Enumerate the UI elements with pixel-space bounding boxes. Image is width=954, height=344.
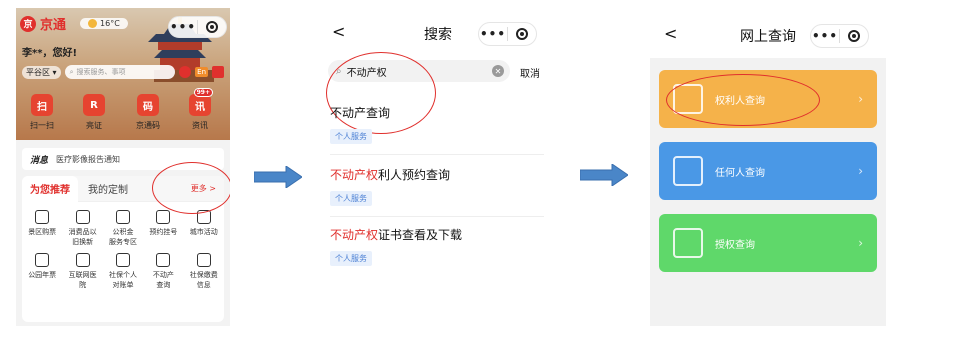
close-target-icon[interactable] bbox=[508, 28, 536, 40]
search-result-item[interactable]: 不动产权利人预约查询 个人服务 bbox=[330, 166, 450, 206]
quick-scan[interactable]: 扫 扫一扫 bbox=[24, 94, 60, 131]
service-icon bbox=[156, 210, 171, 224]
miniapp-capsule: ••• bbox=[810, 24, 869, 48]
service-grid: 景区购票 消费品以 旧换新 公积金 服务专区 预约挂号 城市活动 公园年票 互联网医 院社保… bbox=[22, 202, 224, 290]
jingtong-logo-icon: 京 bbox=[20, 15, 36, 32]
service-tag: 个人服务 bbox=[330, 129, 372, 144]
service-icon bbox=[75, 253, 90, 267]
service-tag: 个人服务 bbox=[330, 191, 372, 206]
service-grid-item[interactable]: 消费品以 旧换新 bbox=[62, 210, 102, 247]
service-icon bbox=[115, 253, 130, 267]
more-dots-icon[interactable]: ••• bbox=[479, 27, 507, 41]
message-tag: 消息 bbox=[30, 155, 49, 166]
chevron-right-icon: › bbox=[858, 164, 863, 178]
jingtong-home-screen: 京 京通 16°C ••• 李**，您好! 平谷区 ▾ ⌕ 搜索服务、事项 En… bbox=[16, 8, 230, 326]
id-card-icon: R bbox=[83, 94, 105, 116]
news-count-badge: 99+ bbox=[193, 88, 213, 97]
app-name: 京通 bbox=[40, 18, 67, 33]
service-icon bbox=[196, 253, 211, 267]
arrow-right-icon bbox=[580, 164, 628, 186]
service-icon bbox=[75, 210, 90, 224]
service-grid-item[interactable]: 不动产 查询 bbox=[143, 253, 183, 290]
message-text: 医疗影像报告通知 bbox=[56, 154, 121, 164]
service-icon bbox=[115, 210, 130, 224]
search-result-item[interactable]: 不动产权证书查看及下载 个人服务 bbox=[330, 226, 462, 266]
miniapp-capsule: ••• bbox=[168, 16, 227, 38]
news-icon: 讯 99+ bbox=[189, 88, 213, 116]
greeting: 李**，您好! bbox=[22, 48, 78, 59]
service-grid-item[interactable]: 互联网医 院 bbox=[62, 253, 102, 290]
more-dots-icon[interactable]: ••• bbox=[811, 29, 839, 43]
anyone-query-button[interactable]: 任何人查询 › bbox=[659, 142, 877, 200]
search-icon: ⌕ bbox=[69, 67, 74, 76]
quick-qr-code[interactable]: 码 京通码 bbox=[130, 94, 166, 131]
search-row: 平谷区 ▾ ⌕ 搜索服务、事项 En bbox=[22, 64, 224, 80]
chevron-right-icon: › bbox=[858, 92, 863, 106]
search-result-item[interactable]: 不动产查询 个人服务 bbox=[330, 104, 390, 144]
search-screen: < 搜索 ••• ⌕ 不动产权 ✕ 取消 不动产查询 个人服务 不动产权利人预约… bbox=[320, 8, 554, 278]
highlight-circle bbox=[152, 162, 230, 214]
highlight-circle bbox=[666, 74, 820, 126]
service-grid-item[interactable]: 社保缴费 信息 bbox=[184, 253, 224, 290]
temperature: 16°C bbox=[100, 19, 120, 28]
close-target-icon[interactable] bbox=[840, 30, 868, 42]
calendar-icon bbox=[673, 228, 703, 258]
user-icon[interactable] bbox=[212, 66, 224, 78]
voice-icon[interactable] bbox=[179, 66, 192, 78]
page-title: 网上查询 bbox=[740, 29, 796, 45]
more-dots-icon[interactable]: ••• bbox=[169, 20, 197, 34]
top-bar: 京 京通 16°C bbox=[20, 14, 128, 33]
service-grid-item[interactable]: 城市活动 bbox=[184, 210, 224, 247]
sun-icon bbox=[88, 19, 98, 28]
miniapp-capsule: ••• bbox=[478, 22, 537, 46]
authorized-query-button[interactable]: 授权查询 › bbox=[659, 214, 877, 272]
online-query-screen: < 网上查询 ••• 权利人查询 › 任何人查询 › 授权查询 › bbox=[650, 8, 886, 326]
close-target-icon[interactable] bbox=[198, 21, 226, 33]
language-toggle[interactable]: En bbox=[195, 67, 208, 77]
service-tag: 个人服务 bbox=[330, 251, 372, 266]
qr-code-icon: 码 bbox=[137, 94, 159, 116]
service-grid-item[interactable]: 公积金 服务专区 bbox=[103, 210, 143, 247]
tab-recommend[interactable]: 为您推荐 bbox=[22, 175, 78, 202]
page-title: 搜索 bbox=[424, 27, 452, 43]
tab-custom[interactable]: 我的定制 bbox=[78, 181, 128, 196]
district-selector[interactable]: 平谷区 ▾ bbox=[22, 65, 61, 79]
service-grid-item[interactable]: 预约挂号 bbox=[143, 210, 183, 247]
service-icon bbox=[35, 253, 50, 267]
quick-news[interactable]: 讯 99+ 资讯 bbox=[182, 88, 218, 131]
person-search-icon bbox=[673, 156, 703, 186]
arrow-right-icon bbox=[254, 166, 302, 188]
cancel-button[interactable]: 取消 bbox=[520, 65, 540, 80]
back-button[interactable]: < bbox=[332, 22, 345, 41]
service-grid-item[interactable]: 景区购票 bbox=[22, 210, 62, 247]
service-icon bbox=[156, 253, 171, 267]
home-search-input[interactable]: ⌕ 搜索服务、事项 bbox=[64, 65, 176, 79]
scan-icon: 扫 bbox=[31, 94, 53, 116]
chevron-right-icon: › bbox=[858, 236, 863, 250]
quick-show-id[interactable]: R 亮证 bbox=[76, 94, 112, 131]
service-grid-item[interactable]: 公园年票 bbox=[22, 253, 62, 290]
service-grid-item[interactable]: 社保个人 对账单 bbox=[103, 253, 143, 290]
weather-chip[interactable]: 16°C bbox=[80, 18, 128, 29]
clear-icon[interactable]: ✕ bbox=[492, 65, 504, 77]
back-button[interactable]: < bbox=[664, 24, 677, 43]
service-icon bbox=[35, 210, 50, 224]
